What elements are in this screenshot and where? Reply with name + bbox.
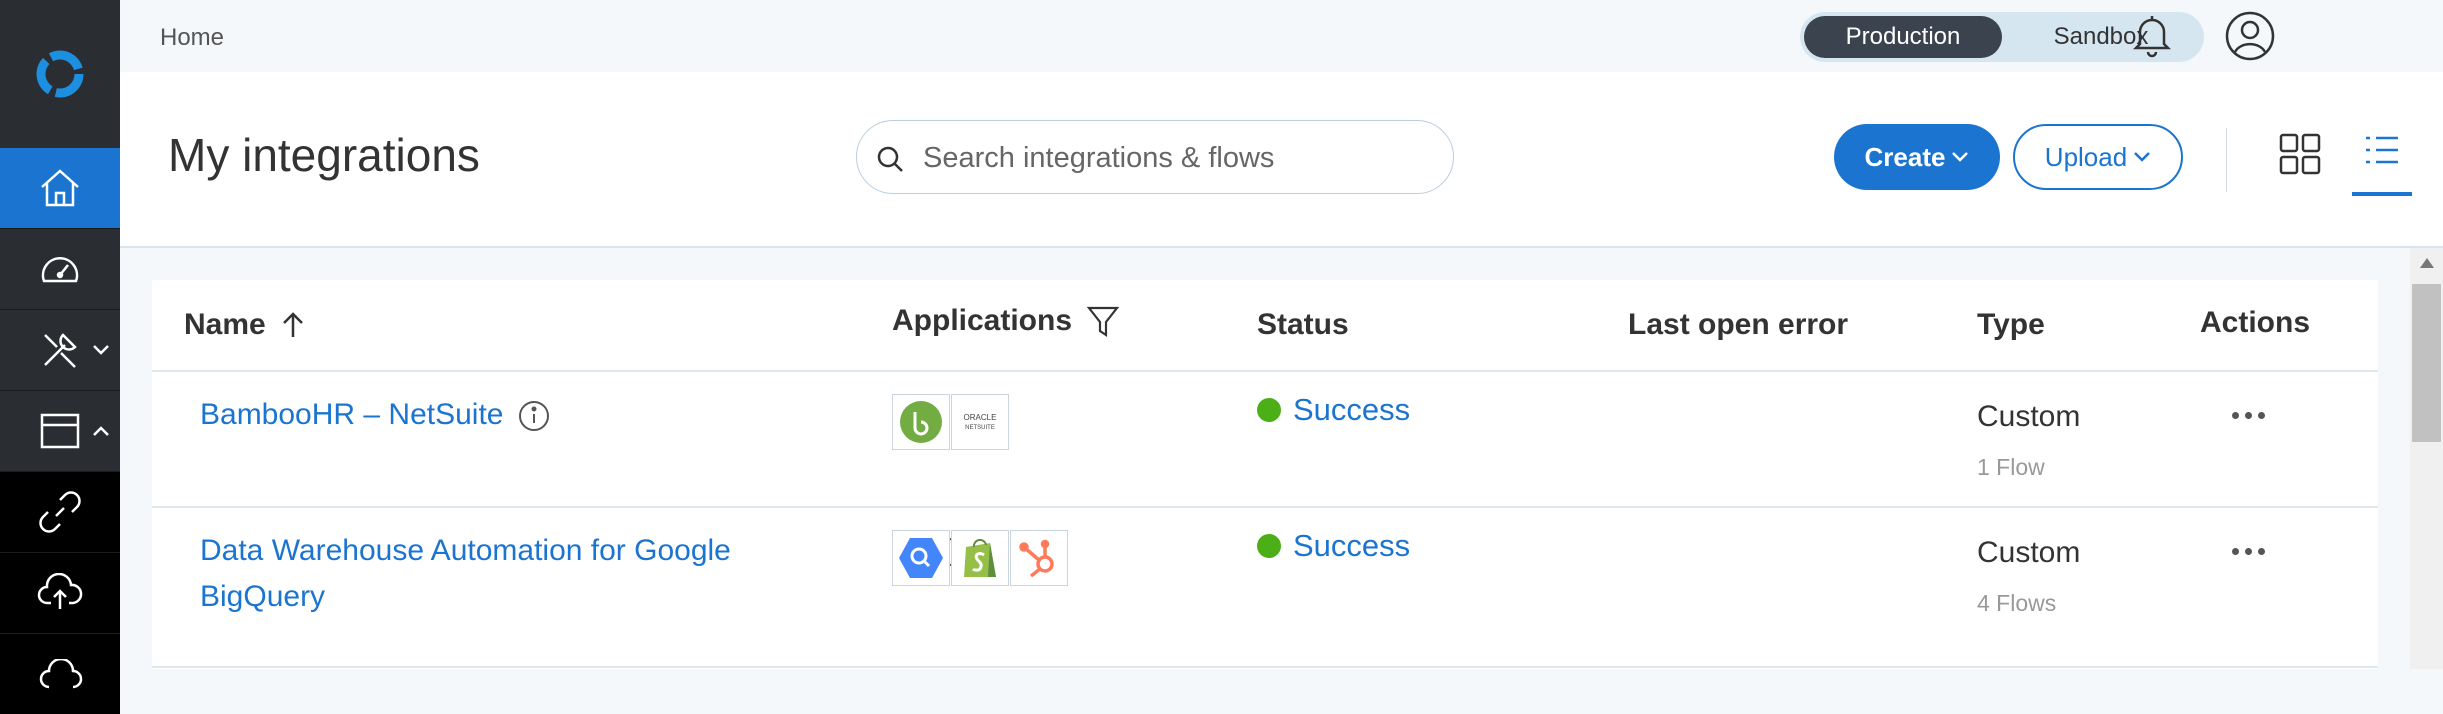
notifications-button[interactable] (2132, 12, 2172, 63)
sidebar-item-connections[interactable] (0, 472, 120, 553)
bell-icon (2132, 16, 2172, 58)
shopify-logo (951, 530, 1009, 586)
list-view-button[interactable] (2352, 130, 2412, 196)
scrollbar-thumb[interactable] (2412, 284, 2441, 442)
integration-name-line1: Data Warehouse Automation for Google (200, 534, 731, 567)
archive-box-icon (40, 413, 80, 449)
sidebar-item-upload[interactable] (0, 553, 120, 634)
oracle-netsuite-icon: ORACLE NETSUITE (964, 413, 997, 431)
upload-button[interactable]: Upload (2013, 124, 2183, 190)
sidebar-item-tools[interactable] (0, 310, 120, 391)
filter-icon[interactable] (1086, 304, 1120, 338)
column-header-actions: Actions (2200, 306, 2311, 339)
user-profile-button[interactable] (2224, 10, 2276, 67)
user-avatar-icon (2225, 11, 2275, 61)
row-actions-menu-button[interactable] (2232, 412, 2265, 419)
hubspot-icon (1019, 539, 1054, 578)
applications-list (892, 530, 1069, 586)
success-status-dot (1257, 534, 1281, 558)
integrations-table: Name Applications Status Last open error… (152, 280, 2378, 669)
hubspot-logo (1010, 530, 1068, 586)
integration-type: Custom (1977, 400, 2081, 433)
celigo-logo-icon (36, 50, 84, 98)
row-divider (152, 666, 2378, 668)
dashboard-gauge-icon (41, 257, 79, 283)
flow-count: 1 Flow (1977, 454, 2045, 480)
sort-ascending-icon[interactable] (280, 311, 306, 339)
integration-name-link[interactable]: Data Warehouse Automation for Google Big… (200, 528, 731, 620)
chevron-up-icon (93, 426, 109, 436)
tile-view-button[interactable] (2278, 132, 2322, 181)
bamboohr-logo (892, 394, 950, 450)
oracle-text: ORACLE (964, 413, 997, 422)
vertical-scrollbar[interactable] (2410, 248, 2443, 669)
status-link[interactable]: Success (1293, 528, 1410, 564)
column-header-status: Status (1257, 308, 1349, 341)
status-indicator: Success (1257, 528, 1410, 564)
page-header: My integrations Create Upload (120, 72, 2443, 248)
column-header-applications-label: Applications (892, 304, 1073, 337)
chevron-down-icon (93, 345, 109, 355)
sidebar-item-resources[interactable] (0, 391, 120, 472)
sidebar-item-home[interactable] (0, 148, 120, 229)
chevron-down-icon (2134, 152, 2151, 162)
bamboohr-icon (900, 401, 942, 443)
tools-icon (44, 333, 77, 368)
cloud-icon (39, 659, 83, 689)
status-indicator: Success (1257, 392, 1410, 428)
google-bigquery-logo (892, 530, 950, 586)
app-logo[interactable] (0, 0, 120, 148)
page-title: My integrations (168, 129, 480, 181)
oracle-netsuite-logo: ORACLE NETSUITE (951, 394, 1009, 450)
sidebar (0, 0, 120, 714)
column-header-type: Type (1977, 308, 2045, 341)
row-actions-menu-button[interactable] (2232, 548, 2265, 555)
success-status-dot (1257, 398, 1281, 422)
integration-name-line2: BigQuery (200, 580, 326, 613)
column-header-name-label: Name (184, 308, 266, 341)
table-row: Data Warehouse Automation for Google Big… (152, 508, 2378, 669)
search-box[interactable] (856, 120, 1454, 194)
column-header-name[interactable]: Name (184, 308, 306, 342)
cloud-upload-icon (37, 573, 83, 609)
link-icon (39, 491, 81, 533)
search-icon (877, 146, 903, 172)
column-header-last-open-error: Last open error (1628, 308, 1849, 341)
scroll-up-arrow[interactable] (2420, 258, 2434, 268)
create-button[interactable]: Create (1834, 124, 2000, 190)
search-input[interactable] (921, 135, 1435, 181)
shopify-icon (964, 538, 996, 577)
upload-button-label: Upload (2044, 141, 2128, 172)
table-row: BambooHR – NetSuite ORACLE NETSUITE Succ… (152, 372, 2378, 506)
google-bigquery-icon (899, 538, 943, 578)
sidebar-item-dashboard[interactable] (0, 229, 120, 310)
production-toggle[interactable]: Production (1804, 16, 2002, 58)
home-icon (41, 169, 79, 207)
sidebar-item-more[interactable] (0, 634, 120, 714)
netsuite-text: NETSUITE (965, 425, 995, 431)
integration-name-link[interactable]: BambooHR – NetSuite (200, 392, 504, 438)
chevron-down-icon (1952, 152, 1969, 162)
flow-count: 4 Flows (1977, 590, 2057, 616)
integration-type: Custom (1977, 536, 2081, 569)
toolbar-divider (2226, 128, 2227, 192)
grid-view-icon (2279, 133, 2321, 175)
breadcrumb-home[interactable]: Home (160, 24, 224, 52)
applications-list: ORACLE NETSUITE (892, 394, 1010, 450)
list-view-icon (2366, 136, 2398, 164)
info-icon[interactable] (518, 400, 550, 432)
status-link[interactable]: Success (1293, 392, 1410, 428)
column-header-applications: Applications (892, 304, 1120, 338)
create-button-label: Create (1864, 141, 1946, 172)
